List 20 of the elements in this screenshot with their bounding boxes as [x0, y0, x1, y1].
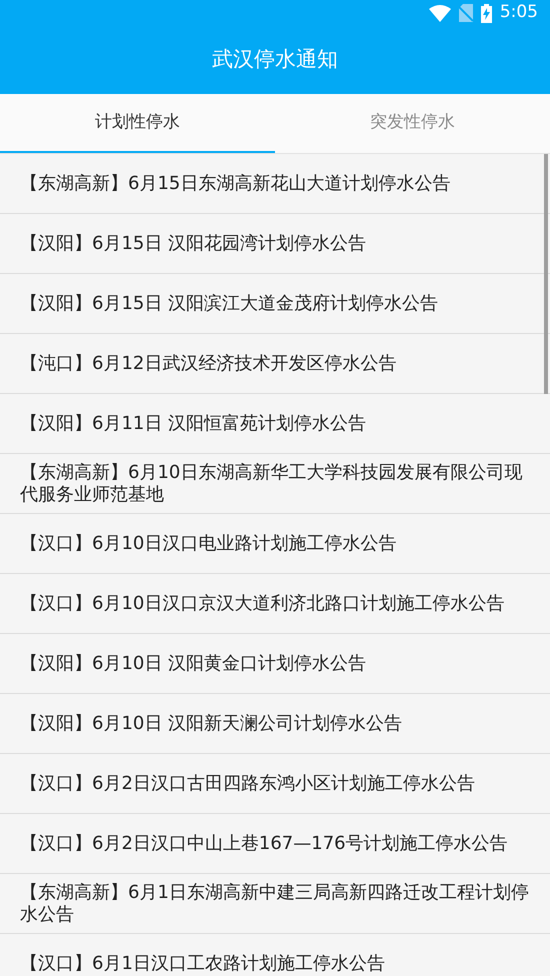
clock: 5:05 — [500, 1, 538, 24]
notice-item[interactable]: 【汉口】6月2日汉口古田四路东鸿小区计划施工停水公告 — [20, 772, 530, 794]
wifi-icon — [428, 4, 451, 22]
notice-item[interactable]: 【汉口】6月1日汉口工农路计划施工停水公告 — [20, 952, 530, 974]
notice-item[interactable]: 【汉阳】6月10日 汉阳新天澜公司计划停水公告 — [20, 712, 530, 734]
notice-item[interactable]: 【汉口】6月2日汉口中山上巷167—176号计划施工停水公告 — [20, 832, 530, 854]
notice-item[interactable]: 【汉口】6月10日汉口京汉大道利济北路口计划施工停水公告 — [20, 592, 530, 614]
notice-item[interactable]: 【汉阳】6月15日 汉阳花园湾计划停水公告 — [20, 232, 530, 254]
no-sim-icon — [458, 4, 473, 22]
notice-item[interactable]: 【东湖高新】6月15日东湖高新花山大道计划停水公告 — [20, 172, 530, 194]
notice-item[interactable]: 【汉阳】6月10日 汉阳黄金口计划停水公告 — [20, 652, 530, 674]
notice-item[interactable]: 【沌口】6月12日武汉经济技术开发区停水公告 — [20, 352, 530, 374]
notice-item[interactable]: 【汉阳】6月15日 汉阳滨江大道金茂府计划停水公告 — [20, 292, 530, 314]
notice-item[interactable]: 【东湖高新】6月1日东湖高新中建三局高新四路迁改工程计划停水公告 — [20, 882, 530, 926]
notice-item[interactable]: 【汉阳】6月11日 汉阳恒富苑计划停水公告 — [20, 412, 530, 434]
tab[interactable]: 计划性停水 — [0, 94, 275, 153]
app-title: 武汉停水通知 — [212, 46, 338, 74]
notice-item[interactable]: 【汉口】6月10日汉口电业路计划施工停水公告 — [20, 532, 530, 554]
notice-item[interactable]: 【东湖高新】6月10日东湖高新华工大学科技园发展有限公司现代服务业师范基地 — [20, 462, 530, 506]
battery-charging-icon — [480, 4, 492, 22]
